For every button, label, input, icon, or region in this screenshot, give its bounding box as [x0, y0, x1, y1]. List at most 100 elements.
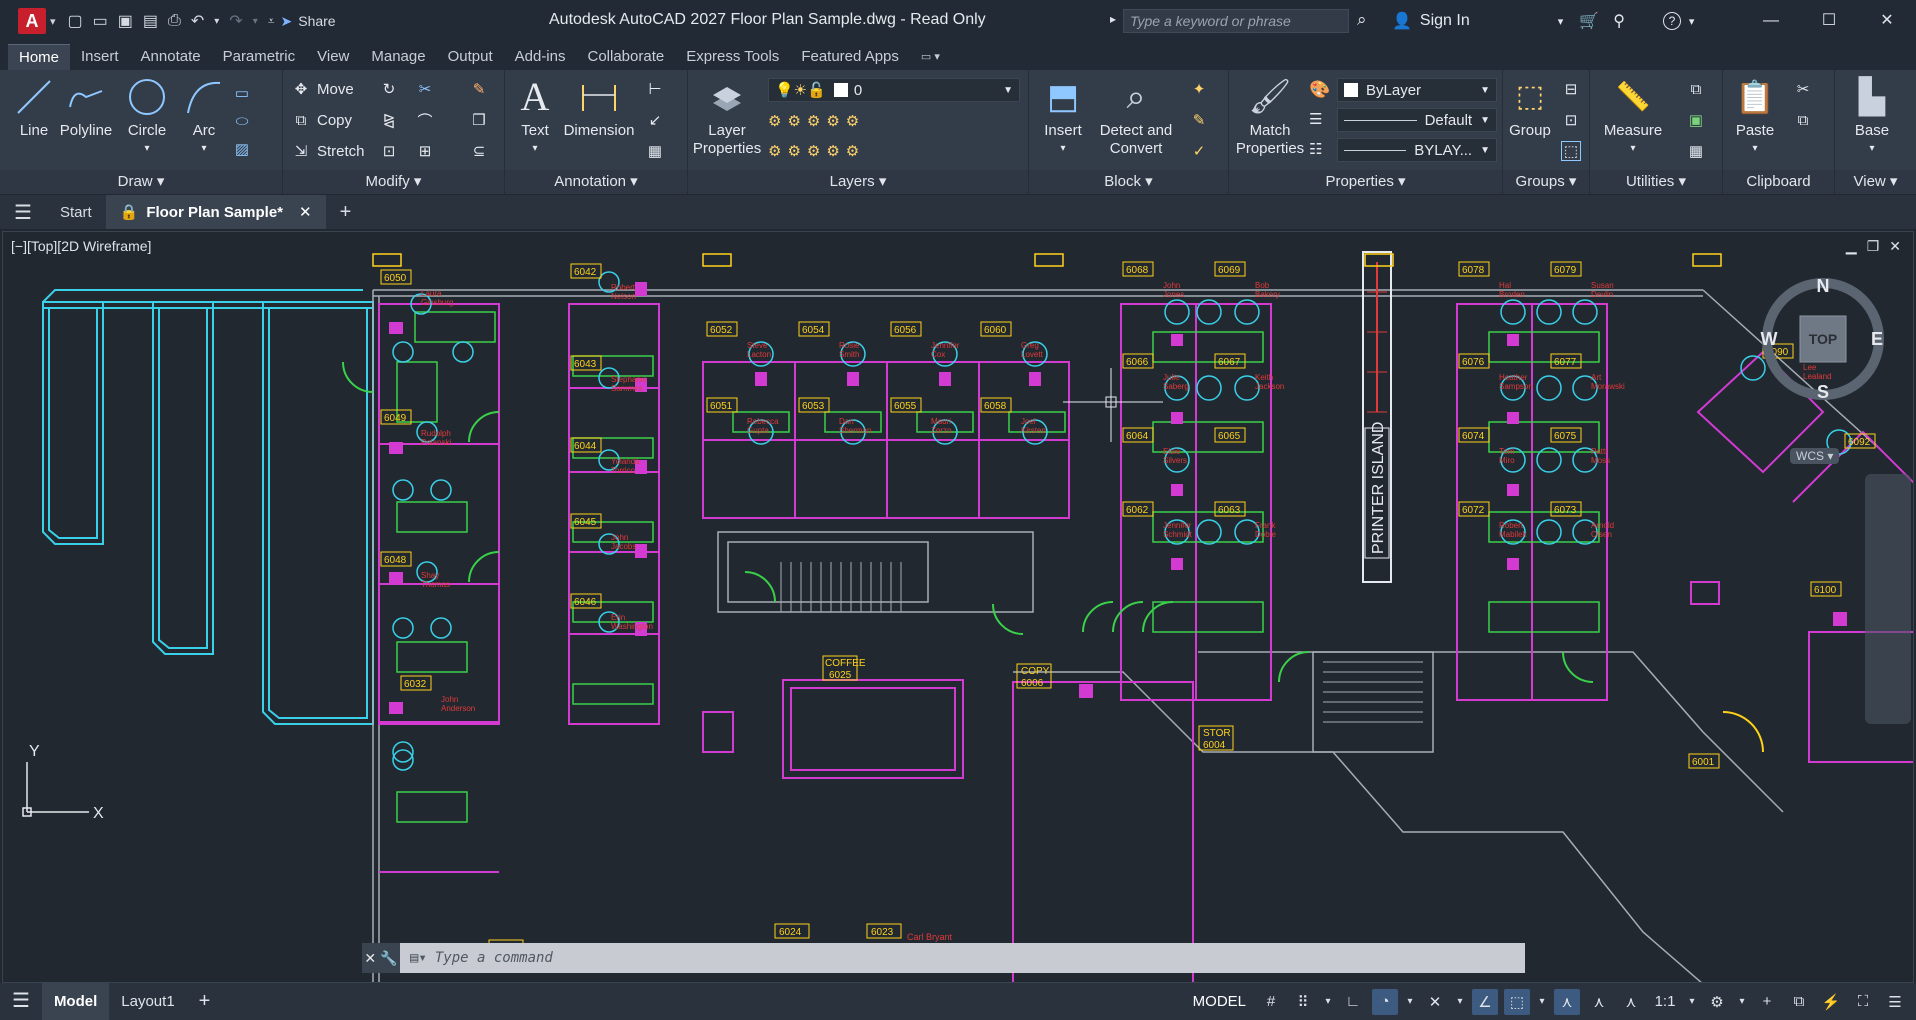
tab-floor-plan[interactable]: 🔒 Floor Plan Sample* ✕: [105, 195, 326, 229]
mirror-tool[interactable]: ⧎: [379, 107, 399, 133]
tab-insert[interactable]: Insert: [70, 44, 130, 70]
undo-dropdown-icon[interactable]: ▾: [214, 16, 219, 27]
array-tool[interactable]: ⊞: [415, 138, 435, 164]
circle-tool[interactable]: Circle ▾: [124, 76, 170, 158]
tab-featured-apps[interactable]: Featured Apps: [790, 44, 910, 70]
annotation-panel-title[interactable]: Annotation ▾: [505, 170, 687, 194]
tab-view[interactable]: View: [306, 44, 360, 70]
erase-tool[interactable]: ✎: [469, 76, 489, 102]
grid-icon[interactable]: #: [1258, 989, 1284, 1015]
block-attribute-tool[interactable]: ✓: [1189, 138, 1209, 164]
text-tool[interactable]: A Text ▾: [513, 76, 557, 158]
search-expand-icon[interactable]: ▸: [1110, 12, 1116, 26]
customization-icon[interactable]: ☰: [1882, 989, 1908, 1015]
viewport-label[interactable]: [−][Top][2D Wireframe]: [11, 238, 151, 254]
object-snap-tracking-icon[interactable]: ∠: [1472, 988, 1498, 1015]
tab-annotate[interactable]: Annotate: [130, 44, 212, 70]
iso-dropdown-icon[interactable]: ▾: [1454, 989, 1466, 1015]
tab-collaborate[interactable]: Collaborate: [576, 44, 675, 70]
workspace-dropdown-icon[interactable]: ▾: [1736, 989, 1748, 1015]
arc-tool[interactable]: Arc ▾: [182, 76, 226, 158]
model-space-toggle[interactable]: MODEL: [1187, 993, 1252, 1010]
viewport-minimize-icon[interactable]: ▁: [1846, 238, 1857, 255]
hatch-tool[interactable]: ⬭: [232, 108, 252, 134]
close-icon[interactable]: ✕: [1858, 0, 1916, 42]
stretch-tool[interactable]: ⇲ Stretch: [291, 138, 365, 164]
search-icon[interactable]: ⌕: [1357, 10, 1367, 30]
tab-parametric[interactable]: Parametric: [212, 44, 307, 70]
app-menu-chevron-icon[interactable]: ▾: [50, 15, 56, 28]
viewcube[interactable]: TOP N S E W: [1758, 274, 1888, 404]
command-customize-icon[interactable]: 🔧: [380, 950, 397, 967]
hardware-accel-icon[interactable]: ⚡: [1818, 989, 1844, 1015]
offset-tool[interactable]: ⊆: [469, 138, 489, 164]
ungroup-tool[interactable]: ⊟: [1561, 76, 1581, 102]
tab-layout1[interactable]: Layout1: [109, 983, 186, 1020]
insert-tool[interactable]: ⬒ Insert ▾: [1035, 76, 1091, 158]
select-all-tool[interactable]: ▣: [1686, 107, 1706, 133]
cut-tool[interactable]: ✂: [1793, 76, 1813, 102]
scale-dropdown-icon[interactable]: ▾: [1686, 989, 1698, 1015]
view-panel-title[interactable]: View ▾: [1835, 170, 1916, 194]
linetype-dropdown[interactable]: Default ▼: [1337, 108, 1497, 132]
help-icon[interactable]: ?: [1662, 12, 1681, 30]
close-tab-icon[interactable]: ✕: [299, 203, 312, 221]
match-properties-tool[interactable]: 🖌 Match Properties: [1235, 76, 1305, 158]
polar-dropdown-icon[interactable]: ▾: [1404, 989, 1416, 1015]
annotation-monitor-icon[interactable]: +: [1754, 989, 1780, 1015]
color-dropdown[interactable]: ByLayer ▼: [1337, 78, 1497, 102]
command-close-icon[interactable]: ✕: [364, 950, 376, 967]
sign-in-dropdown-icon[interactable]: ▾: [1558, 15, 1564, 28]
sign-in-button[interactable]: 👤 Sign In ▾ 🛒 ⚲ ? ▾: [1392, 11, 1694, 31]
search-input[interactable]: Type a keyword or phrase: [1123, 9, 1349, 33]
copy-clip-tool[interactable]: ⧉: [1793, 107, 1813, 133]
new-layout-icon[interactable]: +: [187, 983, 223, 1020]
annotation-visibility-icon[interactable]: ⋏: [1554, 988, 1580, 1015]
scale-tool[interactable]: ⊡: [379, 138, 399, 164]
measure-tool[interactable]: 📏 Measure ▾: [1598, 76, 1668, 158]
drawing-viewport[interactable]: [−][Top][2D Wireframe] ▁ ❐ ✕ PRINTER ISL…: [2, 231, 1914, 983]
rectangle-tool[interactable]: ▭: [232, 80, 252, 106]
workspace-gear-icon[interactable]: ⚙: [1704, 989, 1730, 1015]
table-tool[interactable]: ▦: [645, 138, 665, 164]
layer-dropdown[interactable]: 💡☀🔓 0 ▼: [768, 78, 1020, 102]
viewcube-north[interactable]: N: [1817, 276, 1830, 296]
polyline-tool[interactable]: Polyline: [58, 76, 114, 140]
annotation-scale-icon[interactable]: ⋏: [1618, 989, 1644, 1015]
properties-panel-title[interactable]: Properties ▾: [1229, 170, 1502, 194]
tab-model[interactable]: Model: [41, 983, 110, 1020]
move-tool[interactable]: ✥ Move: [291, 76, 354, 102]
ribbon-display-toggle[interactable]: ▭ ▾: [910, 44, 951, 70]
auto-scale-icon[interactable]: ⋏: [1586, 989, 1612, 1015]
base-tool[interactable]: ▙ Base ▾: [1847, 76, 1897, 158]
layers-panel-title[interactable]: Layers ▾: [688, 170, 1028, 194]
maximize-icon[interactable]: ☐: [1800, 0, 1858, 42]
viewcube-south[interactable]: S: [1817, 382, 1829, 402]
viewport-close-icon[interactable]: ✕: [1889, 238, 1901, 255]
block-panel-title[interactable]: Block ▾: [1029, 170, 1228, 194]
viewcube-east[interactable]: E: [1871, 329, 1883, 349]
new-file-icon[interactable]: ▢: [68, 11, 83, 31]
ortho-icon[interactable]: ∟: [1340, 989, 1366, 1015]
isodraft-icon[interactable]: ✕: [1422, 989, 1448, 1015]
quick-select-tool[interactable]: ⧉: [1686, 76, 1706, 102]
lineweight-icon[interactable]: ☷: [1309, 140, 1322, 158]
tab-express-tools[interactable]: Express Tools: [675, 44, 790, 70]
group-tool[interactable]: ⬚ Group: [1507, 76, 1553, 140]
object-snap-icon[interactable]: ⬚: [1504, 988, 1530, 1015]
tab-home[interactable]: Home: [8, 44, 71, 70]
open-folder-icon[interactable]: ▭: [93, 11, 108, 31]
tab-manage[interactable]: Manage: [360, 44, 436, 70]
layout-menu-icon[interactable]: ☰: [0, 983, 42, 1020]
tab-start[interactable]: Start: [46, 195, 106, 229]
line-tool[interactable]: Line: [12, 76, 56, 140]
help-dropdown-icon[interactable]: ▾: [1689, 15, 1695, 28]
leader-tool[interactable]: ↙: [645, 107, 665, 133]
boundary-tool[interactable]: ▨: [232, 136, 252, 162]
file-menu-icon[interactable]: ☰: [0, 195, 46, 229]
autodesk-app-icon[interactable]: ⚲: [1613, 11, 1625, 31]
layer-tools-row1[interactable]: ⚙⚙⚙⚙⚙: [768, 108, 865, 134]
minimize-icon[interactable]: —: [1742, 0, 1800, 42]
explode-tool[interactable]: ❒: [469, 107, 489, 133]
customize-qat-icon[interactable]: ⩡: [268, 14, 275, 29]
